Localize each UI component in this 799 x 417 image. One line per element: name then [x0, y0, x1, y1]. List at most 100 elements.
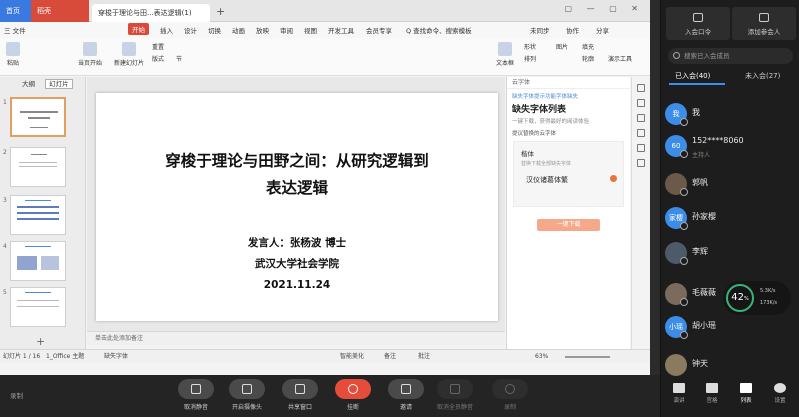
- member-tabs: 已入会(40) 未入会(27): [661, 68, 799, 85]
- menu-view[interactable]: 视图: [304, 25, 317, 35]
- missing-font-item[interactable]: 楷体 替换下载全部缺失字体 汉仪诸葛体繁: [513, 141, 624, 207]
- speaker-view-button[interactable]: 演讲: [664, 383, 694, 404]
- section-button[interactable]: 节: [176, 54, 182, 63]
- invite-button[interactable]: 邀请: [386, 379, 426, 411]
- notes-area[interactable]: 单击此处添加备注: [87, 331, 505, 345]
- slide-thumbnail[interactable]: [10, 147, 66, 187]
- tab-not-joined[interactable]: 未入会(27): [745, 71, 780, 81]
- sync-status[interactable]: 未同步: [530, 25, 550, 35]
- share-icon: [693, 13, 703, 22]
- menu-file[interactable]: 三 文件: [4, 25, 26, 35]
- new-slide-button[interactable]: 新建幻灯片: [114, 42, 144, 67]
- add-participant-button[interactable]: 添加参会人: [732, 7, 796, 40]
- menu-start[interactable]: 开始: [128, 23, 149, 35]
- menu-insert[interactable]: 插入: [160, 25, 173, 35]
- slide[interactable]: 穿梭于理论与田野之间：从研究逻辑到 表达逻辑 发言人：张杨波 博士 武汉大学社会学…: [96, 93, 498, 321]
- member-name: 孙家樱: [692, 212, 716, 221]
- tab-outline[interactable]: 大纲: [22, 80, 35, 88]
- slide-counter: 幻灯片 1 / 16: [3, 353, 41, 360]
- slide-thumbnail[interactable]: [10, 195, 66, 235]
- panel-link[interactable]: 缺失字体提示功能字体缺失: [507, 89, 630, 100]
- member-row[interactable]: 钟天: [661, 352, 799, 380]
- arrange-button[interactable]: 排列: [524, 54, 536, 63]
- more-icon[interactable]: [637, 159, 645, 167]
- font-group-name: 楷体: [521, 150, 534, 158]
- mute-all-icon: [450, 384, 460, 394]
- unmute-button[interactable]: 取消静音: [176, 379, 216, 411]
- menu-animation[interactable]: 动画: [232, 25, 245, 35]
- menu-design[interactable]: 设计: [184, 25, 197, 35]
- slide-navigator: 大纲 幻灯片 1 2 3 4 5 +: [0, 77, 86, 349]
- picture-button[interactable]: 图片: [556, 42, 568, 51]
- member-name: 钟天: [692, 359, 708, 368]
- grid-view-button[interactable]: 宫格: [697, 383, 727, 404]
- slide-thumbnail[interactable]: [10, 97, 66, 137]
- member-name: 毛薇薇: [692, 288, 716, 297]
- zoom-level[interactable]: 63%: [535, 350, 548, 364]
- member-row[interactable]: 小瑶 胡小瑶: [661, 314, 799, 342]
- panel-title: 缺失字体列表: [512, 105, 567, 115]
- record-button[interactable]: 录制: [490, 379, 530, 411]
- tab-joined[interactable]: 已入会(40): [675, 71, 710, 81]
- member-row[interactable]: 我我: [661, 101, 799, 129]
- menu-member[interactable]: 会员专享: [366, 25, 392, 35]
- list-view-button[interactable]: 列表: [731, 383, 761, 404]
- member-row[interactable]: 家樱 孙家樱: [661, 205, 799, 233]
- fill-button[interactable]: 填充: [582, 42, 594, 51]
- reset-button[interactable]: 重置: [152, 42, 164, 51]
- beautify-button[interactable]: 智能美化: [340, 350, 364, 364]
- play-from-current-button[interactable]: 当页开始: [78, 42, 102, 67]
- animation-icon[interactable]: [637, 129, 645, 137]
- slide-speaker: 发言人：张杨波 博士: [247, 237, 347, 249]
- tab-slides[interactable]: 幻灯片: [45, 79, 73, 89]
- member-row[interactable]: 李辉: [661, 240, 799, 268]
- menu-slideshow[interactable]: 放映: [256, 25, 269, 35]
- download-all-button[interactable]: 一键下载: [537, 219, 600, 231]
- slide-thumbnail[interactable]: [10, 241, 66, 281]
- tab-document[interactable]: 穿梭于理论与田...表达逻辑(1): [92, 4, 210, 22]
- menu-developer[interactable]: 开发工具: [328, 25, 354, 35]
- outline-button[interactable]: 轮廓: [582, 54, 594, 63]
- hang-up-button[interactable]: 挂断: [333, 379, 373, 411]
- share-window-button[interactable]: 共享窗口: [280, 379, 320, 411]
- slide-thumbnail[interactable]: [10, 287, 66, 327]
- download-rate: 173K/s: [760, 300, 778, 306]
- comments-toggle[interactable]: 批注: [418, 350, 430, 364]
- share-button[interactable]: 分享: [596, 25, 609, 35]
- shape-button[interactable]: 形状: [524, 42, 536, 51]
- settings-button[interactable]: 设置: [765, 383, 795, 404]
- tab-home[interactable]: 首页: [0, 0, 31, 22]
- thumb-number: 3: [3, 197, 7, 204]
- list-icon: [740, 383, 752, 393]
- textbox-button[interactable]: 文本框: [496, 42, 514, 67]
- window-controls[interactable]: ▢ — ▢ ✕: [565, 4, 644, 13]
- settings-icon[interactable]: [637, 144, 645, 152]
- zoom-slider[interactable]: [565, 356, 610, 358]
- select-icon[interactable]: [637, 99, 645, 107]
- member-row[interactable]: 60 152****8060 主持人: [661, 133, 799, 161]
- layout-button[interactable]: 版式: [152, 54, 164, 63]
- cloud-font-panel: 云字体 缺失字体提示功能字体缺失 缺失字体列表 一键下载，获得最好的阅读体验 提…: [506, 77, 630, 349]
- paste-button[interactable]: 粘贴: [6, 42, 20, 67]
- missing-font-status[interactable]: 缺失字体: [104, 350, 128, 364]
- member-row[interactable]: 郭帆: [661, 171, 799, 199]
- command-search[interactable]: Q 查找命令、搜索模板: [406, 25, 472, 35]
- menu-review[interactable]: 审阅: [280, 25, 293, 35]
- navigator-tabs: 大纲 幻灯片: [0, 77, 85, 91]
- meeting-app: 首页 稻壳 穿梭于理论与田...表达逻辑(1) + ▢ — ▢ ✕ 三 文件 开…: [0, 0, 660, 417]
- notes-toggle[interactable]: 备注: [384, 350, 396, 364]
- mic-icon: [680, 331, 688, 339]
- cloud-font-icon[interactable]: [637, 84, 645, 92]
- mute-all-button[interactable]: 取消全员静音: [435, 379, 475, 411]
- tab-docer[interactable]: 稻壳: [31, 0, 89, 22]
- new-tab-icon[interactable]: +: [216, 5, 225, 18]
- invite-code-button[interactable]: 入会口令: [666, 7, 730, 40]
- shape-icon[interactable]: [637, 114, 645, 122]
- add-slide-icon[interactable]: +: [36, 335, 45, 348]
- presentation-tools-button[interactable]: 演示工具: [608, 54, 632, 63]
- add-user-icon: [759, 13, 769, 22]
- camera-button[interactable]: 开启摄像头: [227, 379, 267, 411]
- member-search-input[interactable]: 搜索已入会成员: [668, 48, 793, 64]
- collaborate-button[interactable]: 协作: [566, 25, 579, 35]
- menu-transition[interactable]: 切换: [208, 25, 221, 35]
